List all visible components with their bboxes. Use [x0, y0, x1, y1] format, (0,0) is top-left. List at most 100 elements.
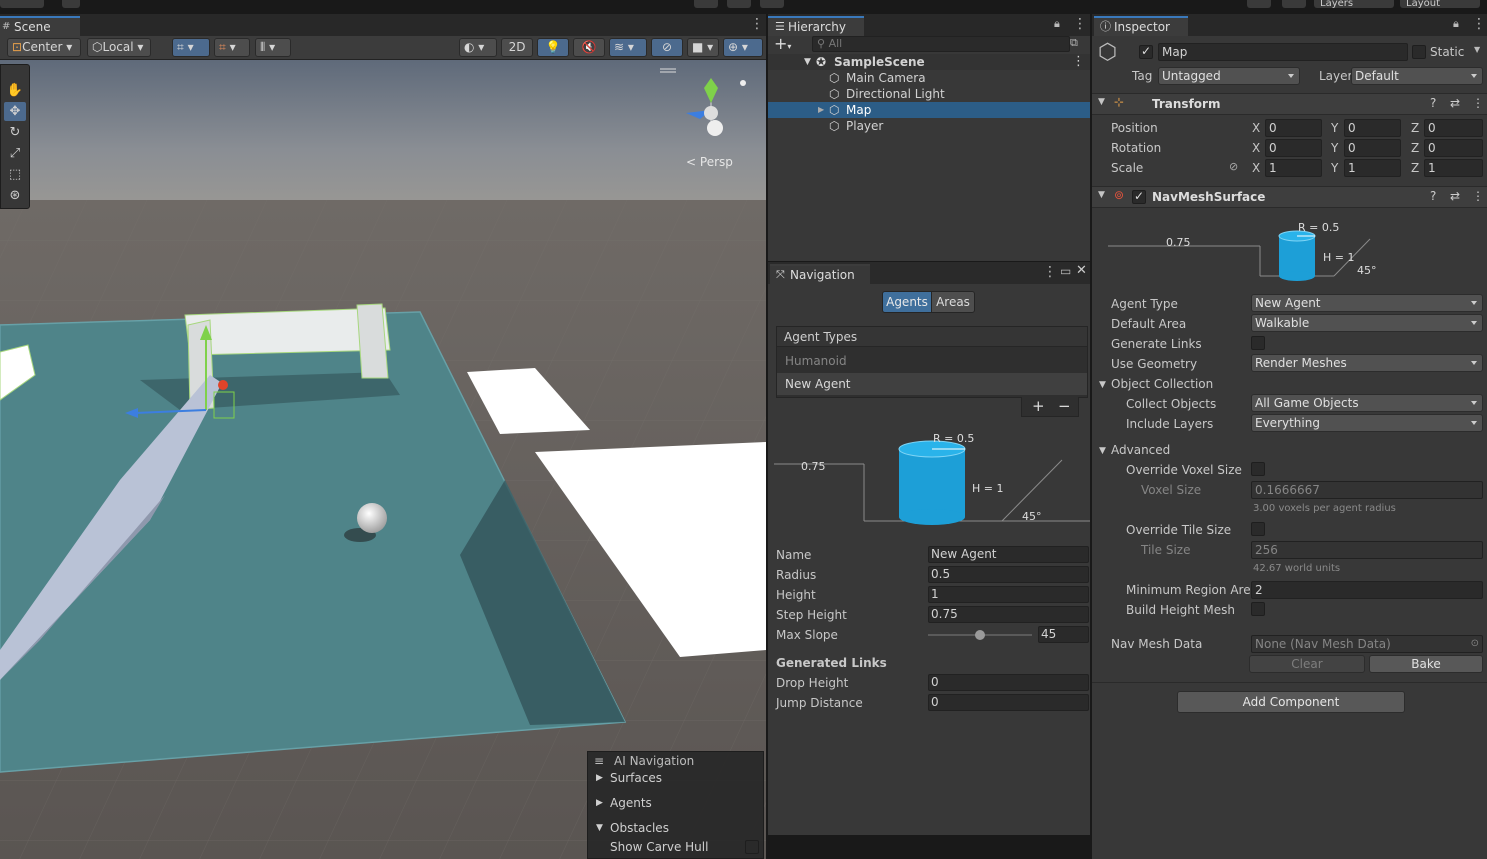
hand-tool-icon[interactable]: ✋	[4, 81, 26, 100]
max-slope-slider-thumb[interactable]	[975, 630, 985, 640]
scale-x-field[interactable]: 1	[1265, 159, 1322, 177]
effects-dropdown[interactable]: ≋ ▾	[609, 38, 647, 57]
scale-y-field[interactable]: 1	[1344, 159, 1401, 177]
collapse-arrow-icon[interactable]: ▼	[1098, 97, 1105, 107]
play-button[interactable]	[694, 0, 718, 8]
tab-scene[interactable]: # Scene	[0, 16, 80, 36]
shading-mode-dropdown[interactable]: ◐ ▾	[459, 38, 497, 57]
more-options-icon[interactable]: ⋮	[1072, 54, 1085, 70]
position-y-field[interactable]: 0	[1344, 119, 1401, 137]
more-options-icon[interactable]: ⋮	[1472, 96, 1484, 110]
add-agent-icon[interactable]: +	[1032, 397, 1045, 415]
active-checkbox[interactable]	[1139, 44, 1153, 59]
drop-height-field[interactable]: 0	[928, 674, 1089, 691]
overlay-item-agents[interactable]: ▶ Agents	[588, 794, 765, 812]
grid-snap-button[interactable]: ⌗ ▾	[172, 38, 210, 57]
navmesh-surface-header[interactable]: ▼ ⊚ NavMeshSurface ? ⇄ ⋮	[1092, 186, 1487, 208]
static-dropdown-icon[interactable]: ▼	[1474, 45, 1480, 54]
position-z-field[interactable]: 0	[1424, 119, 1483, 137]
step-height-field[interactable]: 0.75	[928, 606, 1089, 623]
collapse-arrow-icon[interactable]: ▼	[1098, 190, 1105, 200]
expand-arrow-icon[interactable]: ▶	[818, 102, 824, 118]
add-component-button[interactable]: Add Component	[1177, 691, 1405, 713]
position-x-field[interactable]: 0	[1265, 119, 1322, 137]
transform-header[interactable]: ▼ ⊹ Transform ? ⇄ ⋮	[1092, 93, 1487, 115]
cloud-button[interactable]	[62, 0, 80, 8]
agent-type-dropdown[interactable]: New Agent	[1251, 294, 1483, 312]
lock-icon[interactable]: 🔒︎	[1453, 17, 1459, 31]
help-icon[interactable]: ?	[1430, 96, 1436, 110]
max-slope-slider-track[interactable]	[928, 630, 1032, 640]
lighting-toggle-icon[interactable]: 💡	[537, 38, 569, 57]
use-geometry-dropdown[interactable]: Render Meshes	[1251, 354, 1483, 372]
increment-snap-button[interactable]: ⌗ ▾	[214, 38, 250, 57]
rect-tool-icon[interactable]: ⬚	[4, 165, 26, 184]
lock-icon[interactable]: 🔒︎	[1054, 17, 1060, 31]
clear-button[interactable]: Clear	[1249, 655, 1365, 673]
gizmos-dropdown[interactable]: ⊕ ▾	[723, 38, 763, 57]
audio-toggle-icon[interactable]: 🔇	[573, 38, 605, 57]
help-icon[interactable]: ?	[1430, 189, 1436, 203]
jump-distance-field[interactable]: 0	[928, 694, 1089, 711]
agent-radius-field[interactable]: 0.5	[928, 566, 1089, 583]
divider[interactable]	[1090, 14, 1092, 859]
pause-button[interactable]	[727, 0, 751, 8]
layer-dropdown[interactable]: Default	[1351, 67, 1483, 85]
tab-areas[interactable]: Areas	[931, 291, 975, 313]
move-tool-icon[interactable]: ✥	[4, 102, 26, 121]
max-slope-field[interactable]: 45	[1038, 626, 1089, 643]
scale-z-field[interactable]: 1	[1424, 159, 1483, 177]
space-dropdown[interactable]: ⬡Local ▾	[87, 38, 151, 57]
override-tile-checkbox[interactable]	[1251, 522, 1265, 536]
drag-handle-icon[interactable]: ≡	[594, 752, 604, 770]
visibility-toggle-icon[interactable]: ⊘	[651, 38, 683, 57]
camera-dropdown[interactable]: ■ ▾	[687, 38, 719, 57]
hierarchy-item-map[interactable]: ▶ ⬡ Map	[768, 102, 1090, 118]
account-button[interactable]	[0, 0, 44, 8]
object-picker-icon[interactable]: ⊙	[1471, 636, 1479, 652]
tab-agents[interactable]: Agents	[882, 291, 932, 313]
agent-name-field[interactable]: New Agent	[928, 546, 1089, 563]
object-name-field[interactable]: Map	[1158, 43, 1408, 61]
layout-dropdown[interactable]: Layout	[1400, 0, 1480, 8]
bake-button[interactable]: Bake	[1369, 655, 1483, 673]
projection-label[interactable]: < Persp	[686, 155, 733, 169]
search-icon[interactable]	[1282, 0, 1306, 8]
overlay-item-obstacles[interactable]: ▼ Obstacles	[588, 819, 765, 837]
build-height-checkbox[interactable]	[1251, 602, 1265, 616]
hierarchy-scene-row[interactable]: ▼ ✪ SampleScene ⋮	[768, 54, 1090, 70]
advanced-foldout[interactable]: ▼ Advanced	[1099, 442, 1170, 458]
align-button[interactable]: ⦀ ▾	[255, 38, 291, 57]
tag-dropdown[interactable]: Untagged	[1158, 67, 1300, 85]
include-layers-dropdown[interactable]: Everything	[1251, 414, 1483, 432]
hierarchy-search-input[interactable]: ⚲ All	[812, 36, 1070, 52]
divider[interactable]	[766, 14, 768, 859]
scale-tool-icon[interactable]: ⤢	[4, 144, 26, 163]
min-region-field[interactable]: 2	[1251, 581, 1483, 599]
hierarchy-item-directional-light[interactable]: ⬡ Directional Light	[768, 86, 1090, 102]
constrain-proportions-icon[interactable]: ⊘	[1229, 160, 1238, 173]
agent-height-field[interactable]: 1	[928, 586, 1089, 603]
navmesh-enabled-checkbox[interactable]	[1132, 189, 1146, 204]
tab-hierarchy[interactable]: ☰ Hierarchy	[768, 16, 864, 36]
layers-dropdown[interactable]: Layers	[1314, 0, 1394, 8]
rotation-y-field[interactable]: 0	[1344, 139, 1401, 157]
scene-visibility-icon[interactable]: ⧉	[1070, 36, 1078, 50]
tab-inspector[interactable]: ⓘ Inspector	[1094, 16, 1188, 36]
presets-icon[interactable]: ⇄	[1450, 96, 1460, 110]
collect-objects-dropdown[interactable]: All Game Objects	[1251, 394, 1483, 412]
close-icon[interactable]: ✕	[1076, 263, 1087, 278]
collapse-arrow-icon[interactable]: ▼	[804, 54, 811, 70]
overlay-title[interactable]: ≡ AI Navigation	[588, 752, 765, 770]
static-checkbox[interactable]	[1412, 45, 1426, 59]
generate-links-checkbox[interactable]	[1251, 336, 1265, 350]
add-icon[interactable]: +▾	[774, 36, 791, 55]
more-options-icon[interactable]: ⋮	[1472, 189, 1484, 203]
rotate-tool-icon[interactable]: ↻	[4, 123, 26, 142]
rotation-z-field[interactable]: 0	[1424, 139, 1483, 157]
transform-tool-icon[interactable]: ⊛	[4, 186, 26, 205]
more-options-icon[interactable]: ⋮	[1472, 17, 1486, 31]
default-area-dropdown[interactable]: Walkable	[1251, 314, 1483, 332]
hierarchy-item-player[interactable]: ⬡ Player	[768, 118, 1090, 134]
step-button[interactable]	[760, 0, 784, 8]
